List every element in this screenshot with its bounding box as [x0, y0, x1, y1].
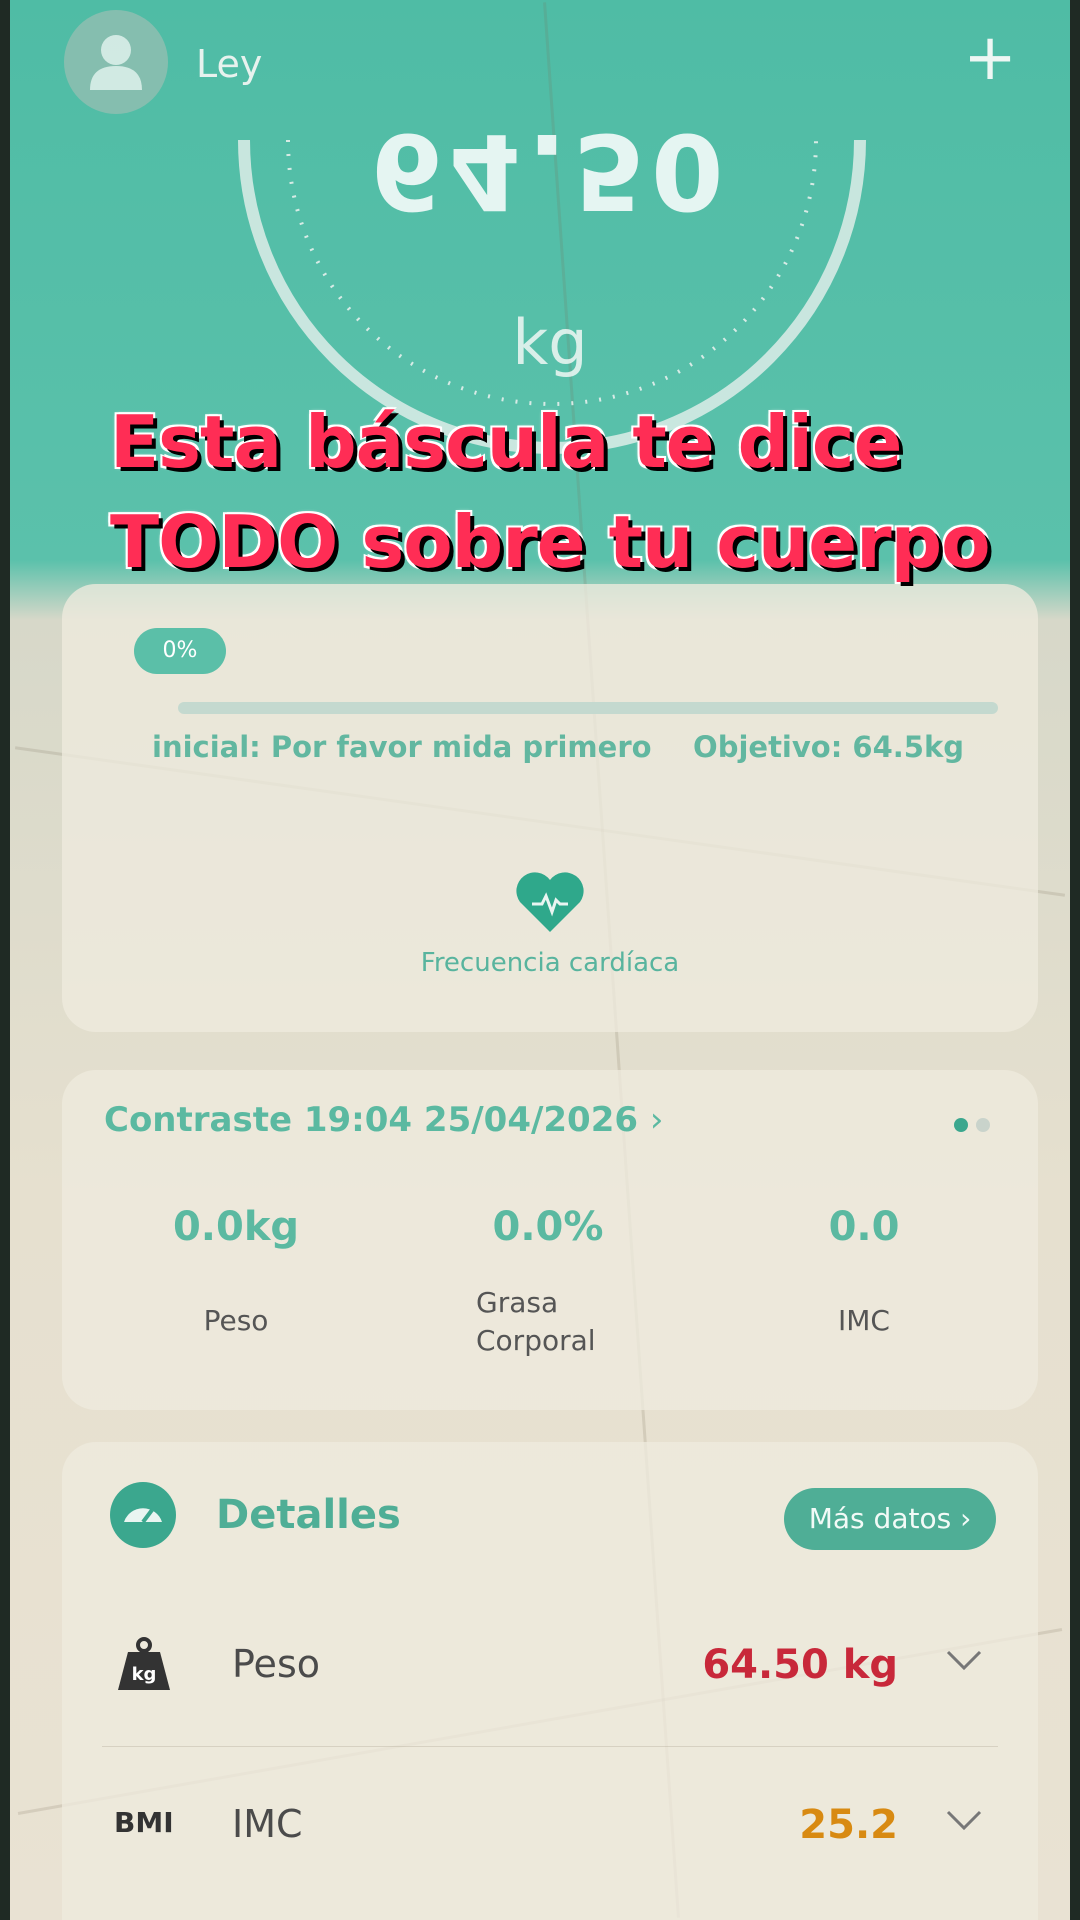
- metric-bmi-value: 0.0: [828, 1204, 900, 1250]
- detail-row-label: Peso: [232, 1642, 320, 1686]
- goal-weight-text[interactable]: Objetivo: 64.5kg: [693, 730, 964, 764]
- contrast-title-text: Contraste 19:04 25/04/2026: [104, 1100, 639, 1140]
- details-title: Detalles: [216, 1492, 401, 1538]
- weight-reading: 64.50: [370, 110, 730, 232]
- detail-row-label: IMC: [232, 1802, 303, 1846]
- divider: [102, 1746, 998, 1747]
- more-data-button[interactable]: Más datos ›: [784, 1488, 996, 1550]
- detail-row-value: 64.50 kg: [702, 1642, 898, 1688]
- page-dot-active: [954, 1118, 968, 1132]
- chevron-right-icon: ›: [649, 1100, 664, 1140]
- avatar[interactable]: [64, 10, 168, 114]
- contrast-card: Contraste 19:04 25/04/2026 › 0.0kg Peso …: [62, 1070, 1038, 1410]
- caption-line-1: Esta báscula te dice: [110, 400, 902, 484]
- metric-fat-label: Grasa Corporal: [476, 1286, 596, 1357]
- video-caption: Esta báscula te dice TODO sobre tu cuerp…: [110, 392, 991, 592]
- metric-fat-value: 0.0%: [492, 1204, 604, 1250]
- weight-unit: kg: [512, 306, 588, 379]
- progress-bar: [178, 702, 998, 714]
- metric-weight-value: 0.0kg: [172, 1204, 300, 1250]
- gauge-icon: [110, 1482, 176, 1548]
- kg-weight-icon: kg: [118, 1637, 170, 1690]
- chevron-down-icon: [946, 1650, 982, 1671]
- heart-rate-icon[interactable]: [514, 870, 586, 934]
- detail-row-bmi[interactable]: BMI IMC 25.2: [62, 1752, 1038, 1902]
- add-icon[interactable]: +: [960, 26, 1020, 90]
- detail-row-value: 25.2: [799, 1802, 898, 1848]
- caption-line-2: TODO sobre tu cuerpo: [110, 500, 991, 584]
- svg-text:kg: kg: [132, 1664, 157, 1685]
- metric-bmi-label: IMC: [838, 1304, 890, 1337]
- page-dot: [976, 1118, 990, 1132]
- initial-weight-text: inicial: Por favor mida primero: [152, 730, 652, 764]
- details-card: Detalles Más datos › kg Peso 64.50 kg BM…: [62, 1442, 1038, 1920]
- contrast-title[interactable]: Contraste 19:04 25/04/2026 ›: [104, 1100, 663, 1140]
- user-icon: [90, 35, 142, 90]
- detail-row-weight[interactable]: kg Peso 64.50 kg: [62, 1592, 1038, 1742]
- bmi-icon: BMI: [114, 1806, 174, 1839]
- chevron-down-icon: [946, 1810, 982, 1831]
- metric-weight-label: Peso: [203, 1304, 269, 1337]
- progress-badge: 0%: [134, 628, 226, 674]
- app-screen: Ley + 64.50 kg 0% inicial: Por favor mid…: [10, 0, 1070, 1920]
- goal-card: 0% inicial: Por favor mida primero Objet…: [62, 584, 1038, 1032]
- heart-rate-label[interactable]: Frecuencia cardíaca: [62, 948, 1038, 978]
